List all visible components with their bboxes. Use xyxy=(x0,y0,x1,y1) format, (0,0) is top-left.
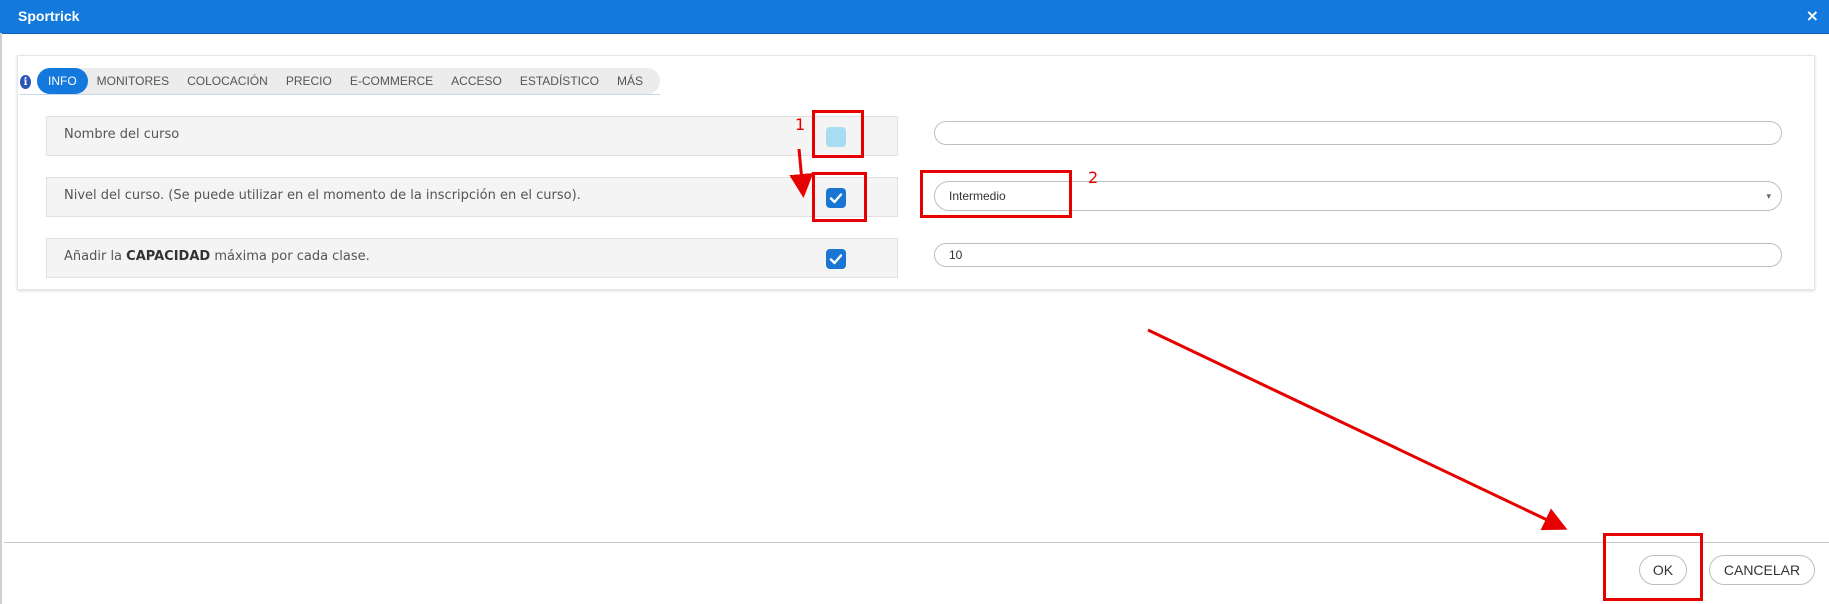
capacidad-checkbox[interactable] xyxy=(826,249,846,269)
annotation-number-2: 2 xyxy=(1088,168,1099,187)
row-label: Añadir la CAPACIDAD máxima por cada clas… xyxy=(64,249,370,264)
tab-monitores[interactable]: MONITORES xyxy=(88,68,178,94)
annotation-arrow-ok xyxy=(1147,328,1568,531)
tab-precio[interactable]: PRECIO xyxy=(277,68,341,94)
row-label: Nivel del curso. (Se puede utilizar en e… xyxy=(64,188,581,203)
cancel-button[interactable]: CANCELAR xyxy=(1709,555,1815,585)
checkmark-icon xyxy=(829,254,843,265)
info-icon[interactable]: i xyxy=(20,75,31,89)
label-bold: CAPACIDAD xyxy=(126,249,211,264)
annotation-box-1b xyxy=(812,172,867,222)
tab-bar: i INFO MONITORES COLOCACIÓN PRECIO E-COM… xyxy=(20,68,660,95)
window-border xyxy=(0,33,2,604)
window-title: Sportrick xyxy=(18,8,80,24)
footer-divider xyxy=(4,542,1829,543)
row-label: Nombre del curso xyxy=(64,127,180,142)
tab-acceso[interactable]: ACCESO xyxy=(442,68,511,94)
tab-mas[interactable]: MÁS xyxy=(608,68,652,94)
annotation-number-1: 1 xyxy=(795,115,806,134)
annotation-box-1 xyxy=(812,110,864,158)
row-capacidad: Añadir la CAPACIDAD máxima por cada clas… xyxy=(46,238,898,278)
annotation-box-ok xyxy=(1603,533,1703,601)
tab-e-commerce[interactable]: E-COMMERCE xyxy=(341,68,442,94)
title-bar: Sportrick × xyxy=(0,0,1829,34)
tab-estadistico[interactable]: ESTADÍSTICO xyxy=(511,68,608,94)
chevron-down-icon[interactable]: ▾ xyxy=(1766,182,1771,210)
label-part: máxima por cada clase. xyxy=(210,249,370,264)
annotation-box-2 xyxy=(920,170,1072,218)
row-nivel-del-curso: Nivel del curso. (Se puede utilizar en e… xyxy=(46,177,898,217)
row-nombre-del-curso: Nombre del curso xyxy=(46,116,898,156)
tab-strip: INFO MONITORES COLOCACIÓN PRECIO E-COMME… xyxy=(37,68,660,94)
capacidad-input[interactable]: 10 xyxy=(934,243,1782,267)
nombre-curso-input[interactable] xyxy=(934,121,1782,145)
close-icon[interactable]: × xyxy=(1806,6,1819,25)
tab-info[interactable]: INFO xyxy=(37,68,88,94)
label-part: Añadir la xyxy=(64,249,127,264)
tab-colocacion[interactable]: COLOCACIÓN xyxy=(178,68,277,94)
